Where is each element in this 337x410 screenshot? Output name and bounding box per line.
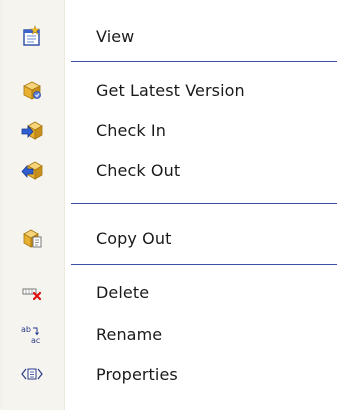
- menu-item-properties[interactable]: Properties: [0, 358, 337, 390]
- menu-item-check-in[interactable]: Check In: [0, 114, 337, 146]
- check-out-box-icon: [0, 159, 64, 181]
- check-in-box-icon: [0, 119, 64, 141]
- delete-x-icon: [0, 281, 64, 303]
- menu-item-label: View: [96, 26, 135, 46]
- rename-abc-icon: ab ac: [0, 322, 64, 346]
- menu-separator: [71, 61, 337, 62]
- menu-item-label: Rename: [96, 324, 163, 344]
- menu-item-check-out[interactable]: Check Out: [0, 154, 337, 186]
- menu-separator: [71, 264, 337, 265]
- menu-item-view[interactable]: View: [0, 20, 337, 52]
- view-document-icon: [0, 25, 64, 47]
- properties-icon: [0, 364, 64, 384]
- get-latest-box-icon: [0, 79, 64, 101]
- menu-item-get-latest-version[interactable]: Get Latest Version: [0, 74, 337, 106]
- menu-item-delete[interactable]: Delete: [0, 276, 337, 308]
- menu-separator: [71, 203, 337, 204]
- svg-text:ab: ab: [21, 325, 31, 334]
- menu-item-label: Check In: [96, 120, 166, 140]
- menu-item-label: Get Latest Version: [96, 80, 245, 100]
- menu-item-label: Copy Out: [96, 228, 172, 248]
- svg-text:ac: ac: [31, 336, 40, 345]
- copy-out-box-icon: [0, 227, 64, 249]
- menu-item-label: Check Out: [96, 160, 181, 180]
- menu-item-label: Properties: [96, 364, 178, 384]
- menu-item-copy-out[interactable]: Copy Out: [0, 222, 337, 254]
- menu-item-rename[interactable]: ab ac Rename: [0, 318, 337, 350]
- context-menu: View Get Latest Version Check In Check O…: [0, 0, 337, 410]
- menu-item-label: Delete: [96, 282, 150, 302]
